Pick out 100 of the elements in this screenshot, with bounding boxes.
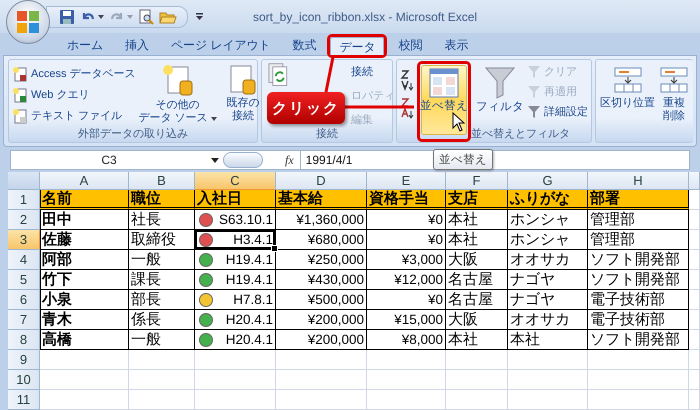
ribbon-tab[interactable]: 数式 [281,34,328,55]
row-header[interactable]: 10 [8,370,40,390]
row-header[interactable]: 11 [8,390,40,410]
table-cell [689,350,700,370]
formula-bar-handle[interactable] [223,152,263,168]
table-cell: 管理部 [588,230,689,250]
table-cell [689,210,700,230]
row-header[interactable]: 4 [8,250,40,270]
caret-icon [210,117,217,121]
row-header[interactable]: 3 [8,230,40,250]
table-cell: 名古屋 [446,290,508,310]
customize-caret-icon[interactable] [196,12,203,20]
group-label: 外部データの取り込み [77,126,189,142]
ribbon-tab[interactable]: ホーム [56,34,114,55]
table-cell: 一般 [129,330,195,350]
name-box[interactable]: C3 [11,153,207,167]
table-cell-text: H7.8.1 [233,291,273,309]
table-cell [446,370,508,390]
table-cell-text: H20.4.1 [226,311,273,329]
table-cell [129,350,195,370]
table-cell: 本社 [446,230,508,250]
filter-option-button[interactable]: 詳細設定 [527,103,588,120]
button-label: その他の データ ソース [138,99,217,125]
column-header[interactable]: F [446,172,508,190]
table-cell: ¥0 [367,290,446,310]
sort-icon [429,68,459,98]
other-sources-button[interactable]: その他の データ ソース [138,63,218,127]
filter-button[interactable]: フィルタ [473,63,527,127]
row-header[interactable]: 9 [8,350,40,370]
table-cell: ¥0 [367,210,446,230]
column-header[interactable]: E [367,172,446,190]
row-header[interactable]: 2 [8,210,40,230]
table-cell [689,190,700,210]
ribbon-tab[interactable]: データ [330,37,384,55]
columns-icon [659,65,689,95]
tooltip: 並べ替え [433,149,493,170]
table-cell: ¥500,000 [276,290,367,310]
table-cell: 係長 [129,310,195,330]
column-header[interactable]: D [276,172,367,190]
group-label: 接続 [315,126,339,142]
leader-line [345,106,414,108]
table-cell: 電子技術部 [588,290,689,310]
existing-connections-button[interactable]: 既存の 接続 [226,63,261,125]
office-button[interactable] [6,0,50,44]
table-cell [689,230,700,250]
table-cell [129,370,195,390]
table-cell: 社長 [129,210,195,230]
fill-handle[interactable] [271,245,278,252]
table-cell: 大阪 [446,310,508,330]
column-header[interactable]: G [508,172,588,190]
import-button[interactable]: Access データベース [12,65,136,82]
ribbon-tab[interactable]: 校閲 [387,34,434,55]
ribbon-tab[interactable]: ページ レイアウト [160,34,282,55]
table-cell: ¥250,000 [276,250,367,270]
table-cell: ホンシャ [508,230,588,250]
table-cell: 本社 [446,330,508,350]
table-cell: 阿部 [40,250,129,270]
column-header[interactable]: B [129,172,195,190]
table-cell: 職位 [129,190,195,210]
row-header[interactable]: 5 [8,270,40,290]
button-label: 既存の 接続 [226,97,260,123]
print-preview-icon[interactable] [138,8,154,24]
row-header[interactable]: 6 [8,290,40,310]
table-cell: 名古屋 [446,270,508,290]
button-label: 重複 削除 [663,97,685,123]
table-cell [689,370,700,390]
table-cell [689,250,700,270]
caret-icon[interactable] [98,14,104,18]
table-cell: ナゴヤ [508,290,588,310]
row-header[interactable]: 7 [8,310,40,330]
data-tool-button[interactable]: 区切り位置 [599,63,656,112]
table-cell: 支店 [446,190,508,210]
table-cell: ナゴヤ [508,270,588,290]
sort-descending-icon[interactable] [400,97,414,119]
group-label: 並べ替えとフィルタ [470,127,571,142]
ribbon-tab[interactable]: 挿入 [114,34,160,55]
table-cell: 基本給 [276,190,367,210]
table-cell [689,310,700,330]
row-header[interactable]: 1 [8,190,40,210]
row-header[interactable]: 8 [8,330,40,350]
ribbon-tab[interactable]: 表示 [433,34,480,55]
save-icon[interactable] [59,8,75,24]
table-cell: 青木 [40,310,129,330]
column-header[interactable]: A [40,172,129,190]
column-header[interactable]: C [195,172,276,190]
table-cell: ¥15,000 [367,310,446,330]
table-cell: ¥12,000 [367,270,446,290]
import-button[interactable]: テキスト ファイル [12,107,136,124]
dropdown-caret-icon[interactable] [211,158,219,162]
table-cell: 竹下 [40,270,129,290]
data-tool-button[interactable]: 重複 削除 [658,63,690,125]
table-cell-text: H3.4.1 [233,231,273,249]
sort-ascending-icon[interactable] [400,69,414,91]
table-cell-text: H19.4.1 [226,251,273,269]
import-button[interactable]: Web クエリ [12,86,136,103]
funnel-icon [527,64,541,78]
table-cell: 大阪 [446,250,508,270]
function-button[interactable]: fx [285,152,294,168]
column-header[interactable]: H [588,172,689,190]
connection-button[interactable]: 接続 [351,63,395,80]
